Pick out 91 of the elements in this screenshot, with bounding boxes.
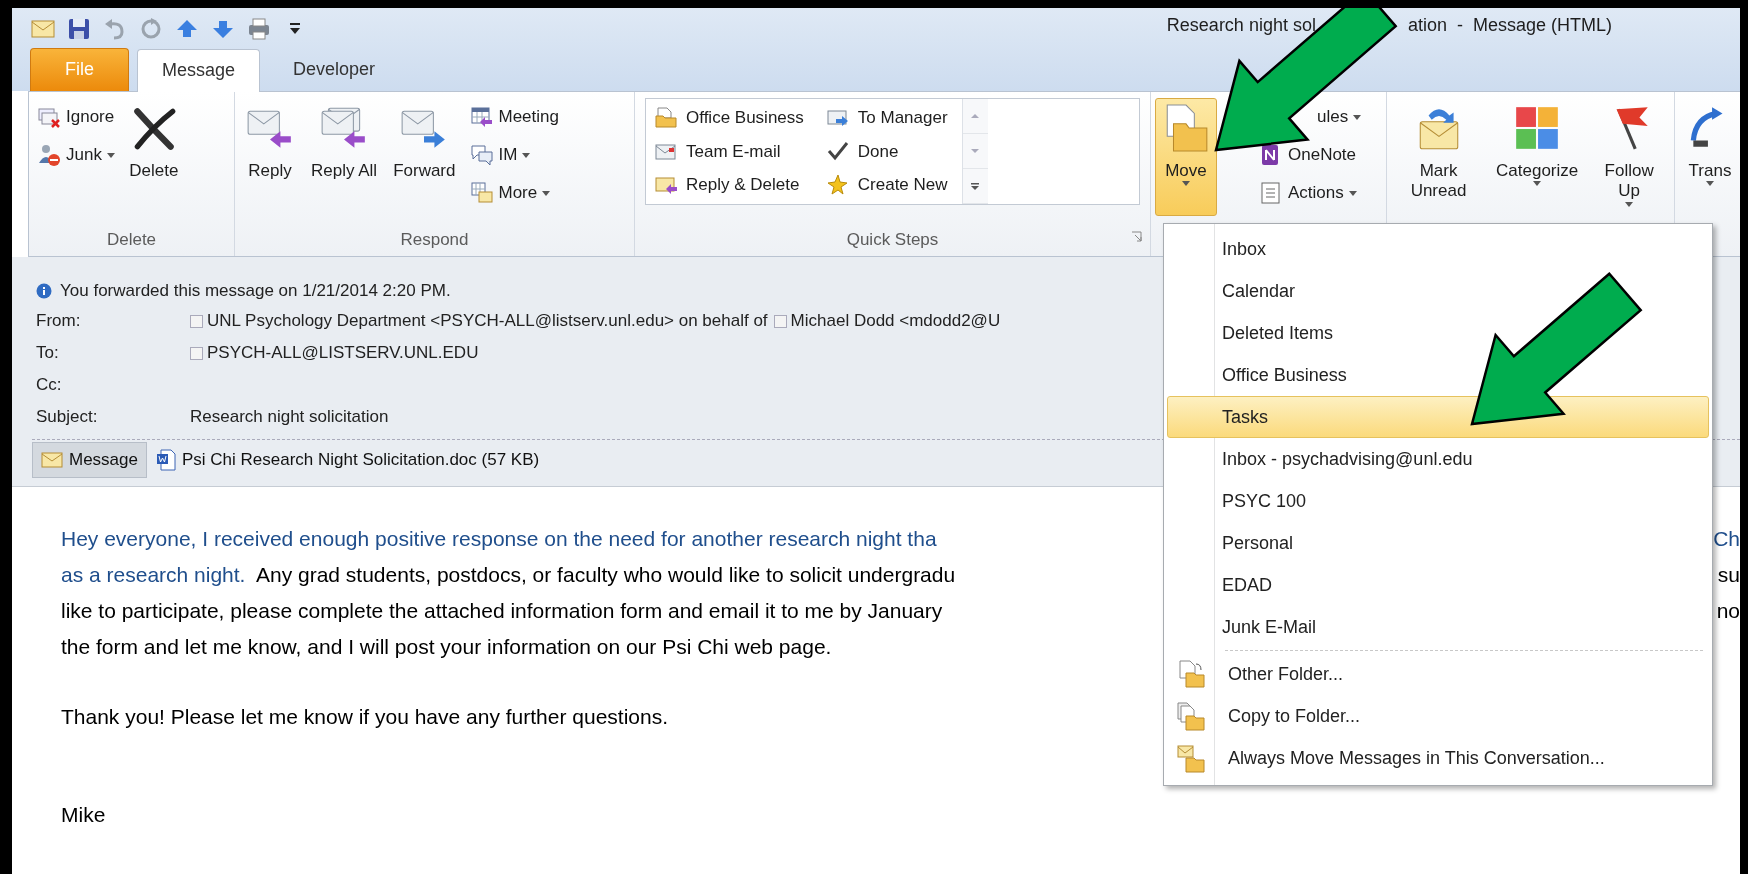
calendar-icon (469, 105, 494, 129)
menu-item[interactable]: Tasks (1167, 396, 1709, 438)
body-text: Mike (61, 802, 106, 828)
printer-icon[interactable] (246, 16, 272, 42)
ribbon-tab[interactable]: Message (137, 49, 261, 92)
quick-step-item[interactable]: To Manager (821, 101, 952, 135)
ribbon-button[interactable]: Actions (1255, 176, 1366, 210)
body-text: no (1716, 598, 1740, 625)
caret-icon (1706, 181, 1714, 187)
ribbon-button[interactable]: Move (1155, 98, 1217, 216)
info-icon (36, 283, 52, 299)
menu-item[interactable]: Deleted Items (1167, 312, 1709, 354)
ribbon-button[interactable]: Delete (122, 98, 185, 216)
caret-icon (1625, 201, 1634, 207)
caret-icon (542, 190, 551, 196)
body-text: Thank you! Please let me know if you have any further questions. (61, 704, 668, 730)
caret-icon (1533, 181, 1542, 187)
body-text: like to participate, please complete the attached information form and email it to me by January (61, 598, 943, 625)
ribbon-button[interactable]: Categorize (1490, 98, 1585, 216)
speech-bubbles-icon (469, 143, 494, 167)
quick-step-item[interactable]: Office Business (650, 101, 808, 135)
menu-item[interactable]: Office Business (1167, 354, 1709, 396)
up-arrow-icon (970, 111, 981, 121)
ribbon-button[interactable]: Follow Up (1588, 98, 1670, 216)
menu-item[interactable]: Personal (1167, 522, 1709, 564)
caret-icon (1182, 181, 1190, 187)
field-value: UNL Psychology Department <PSYCH-ALL@listserv.unl.edu> on behalf of (207, 310, 768, 333)
blocked-person-icon (37, 143, 61, 167)
quick-step-item[interactable]: Team E-mail (650, 134, 808, 169)
body-text: as a research night. Any grad students, postdocs, or faculty who would like to solicit undergradu (61, 562, 956, 589)
ribbon-button[interactable]: More (465, 176, 563, 210)
caret-icon (522, 152, 531, 158)
body-text: Ch (1713, 526, 1740, 553)
body-text: the form and let me know, and I will post your information on our Psi Chi web page. (61, 634, 832, 661)
expand-gallery-button[interactable] (962, 169, 988, 204)
quick-step-item[interactable]: Create New (821, 168, 952, 202)
field-value: PSYCH-ALL@LISTSERV.UNL.EDU (207, 342, 479, 365)
attachment-link[interactable]: Psi Chi Research Night Solicitation.doc (57 KB) (147, 441, 549, 478)
field-label: Subject: (36, 406, 99, 429)
menu-item[interactable]: Inbox - psychadvising@unl.edu (1167, 438, 1709, 480)
sparkle-icon (825, 173, 850, 198)
dialog-launcher-icon[interactable] (1131, 230, 1142, 242)
caret-icon (1348, 190, 1357, 196)
field-label: To: (36, 342, 60, 365)
caret-icon (106, 152, 115, 158)
ribbon-button[interactable]: Meeting (465, 100, 563, 134)
group-label: Quick Steps (846, 229, 939, 252)
field-label: Cc: (36, 374, 63, 397)
message-tab[interactable]: Message (32, 441, 147, 478)
ribbon-button[interactable]: Reply All (305, 98, 384, 216)
group-label: Respond (400, 229, 469, 252)
ribbon-button[interactable]: Reply (239, 98, 301, 216)
field-label: From: (36, 310, 82, 333)
ribbon-button[interactable]: Trans (1679, 98, 1740, 216)
menu-item[interactable]: Junk E-Mail (1167, 606, 1709, 648)
envelopes-icon (37, 105, 61, 129)
ribbon-button[interactable]: Forward (387, 98, 462, 216)
down-arrow-icon (970, 146, 981, 156)
menu-item[interactable]: Inbox (1167, 228, 1709, 270)
document-icon (156, 448, 176, 471)
menu-item[interactable]: Always Move Messages in This Conversation... (1167, 737, 1709, 779)
envelope-icon (41, 451, 63, 468)
ribbon-button[interactable]: ules (1313, 100, 1366, 134)
list-icon (1259, 181, 1283, 205)
caret-icon (1353, 114, 1362, 120)
field-value: Michael Dodd <mdodd2@U (790, 310, 1001, 333)
ribbon-tab[interactable]: Developer (268, 48, 401, 91)
body-text: Hey everyone, I received enough positive response on the need for another research night tha (61, 526, 937, 553)
pages-folder-icon (1176, 701, 1206, 731)
ribbon-button[interactable]: Junk (33, 138, 119, 172)
quick-step-item[interactable]: Done (821, 134, 952, 169)
ribbon-button[interactable]: Mark Unread (1391, 98, 1487, 216)
page-folder-icon (1176, 659, 1206, 689)
folder-icon (654, 105, 678, 130)
menu-item[interactable]: Other Folder... (1167, 653, 1709, 695)
group-label: Delete (106, 229, 157, 252)
menu-item[interactable]: PSYC 100 (1167, 480, 1709, 522)
calendar-envelope-icon (469, 181, 494, 205)
info-message: You forwarded this message on 1/21/2014 2:20 PM. (60, 280, 451, 303)
window-title: Research night sol (1166, 14, 1316, 37)
ribbon-button[interactable]: Ignore (33, 100, 119, 134)
field-value: Research night solicitation (190, 406, 389, 429)
ribbon-button[interactable]: IM (465, 138, 563, 172)
envelope-folder-icon (1176, 743, 1206, 773)
expand-icon (970, 181, 981, 191)
menu-item[interactable]: EDAD (1167, 564, 1709, 606)
body-text: su (1717, 562, 1740, 589)
menu-item[interactable]: Copy to Folder... (1167, 695, 1709, 737)
menu-item[interactable]: Calendar (1167, 270, 1709, 312)
window-title: ation - Message (HTML) (1407, 14, 1612, 37)
quick-step-item[interactable]: Reply & Delete (650, 168, 808, 202)
